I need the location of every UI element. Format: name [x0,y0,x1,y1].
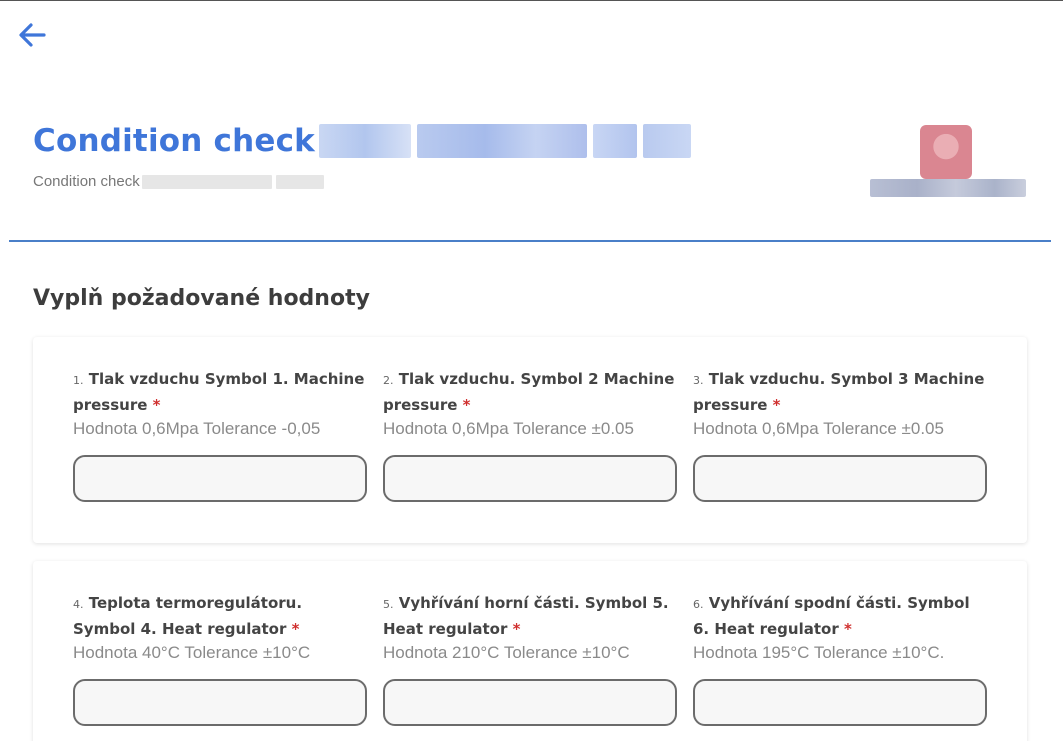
required-marker: * [291,620,300,638]
form-field-6: 6. Vyhřívání spodní části. Symbol 6. Hea… [693,591,987,726]
back-button[interactable] [14,19,50,51]
page-title-row: Condition check [33,123,691,159]
field-hint: Hodnota 0,6Mpa Tolerance ±0.05 [383,419,634,438]
field-hint: Hodnota 195°C Tolerance ±10°C. [693,643,945,662]
field-input-6[interactable] [693,679,987,726]
field-input-3[interactable] [693,455,987,502]
page-header: Condition check Condition check [0,1,1063,241]
required-marker: * [462,396,471,414]
field-hint: Hodnota 0,6Mpa Tolerance ±0.05 [693,419,944,438]
field-label: 6. Vyhřívání spodní části. Symbol 6. Hea… [693,594,970,638]
page-subtitle: Condition check [33,173,140,190]
form-field-1: 1. Tlak vzduchu Symbol 1. Machine pressu… [73,367,367,502]
field-input-1[interactable] [73,455,367,502]
field-label: 1. Tlak vzduchu Symbol 1. Machine pressu… [73,370,365,414]
field-label: 4. Teplota termoregulátoru. Symbol 4. He… [73,594,303,638]
logo-text [870,179,1026,197]
field-hint: Hodnota 210°C Tolerance ±10°C [383,643,630,662]
required-marker: * [152,396,161,414]
section-title: Vyplň požadované hodnoty [33,286,370,311]
logo-mark [920,125,972,179]
required-marker: * [512,620,521,638]
arrow-left-icon [19,23,46,47]
required-marker: * [843,620,852,638]
form-field-5: 5. Vyhřívání horní části. Symbol 5. Heat… [383,591,677,726]
form-field-2: 2. Tlak vzduchu. Symbol 2 Machine pressu… [383,367,677,502]
form-field-3: 3. Tlak vzduchu. Symbol 3 Machine pressu… [693,367,987,502]
field-input-4[interactable] [73,679,367,726]
field-input-2[interactable] [383,455,677,502]
redacted-title-text [319,123,691,159]
field-label: 3. Tlak vzduchu. Symbol 3 Machine pressu… [693,370,985,414]
company-logo [862,123,1027,199]
field-input-5[interactable] [383,679,677,726]
field-label: 2. Tlak vzduchu. Symbol 2 Machine pressu… [383,370,675,414]
page-subtitle-row: Condition check [33,173,324,190]
form-card: 4. Teplota termoregulátoru. Symbol 4. He… [33,561,1027,741]
form-card: 1. Tlak vzduchu Symbol 1. Machine pressu… [33,337,1027,543]
form-field-4: 4. Teplota termoregulátoru. Symbol 4. He… [73,591,367,726]
redacted-subtitle-text [141,174,324,189]
field-label: 5. Vyhřívání horní části. Symbol 5. Heat… [383,594,669,638]
field-hint: Hodnota 40°C Tolerance ±10°C [73,643,311,662]
page-title: Condition check [33,123,315,159]
field-hint: Hodnota 0,6Mpa Tolerance -0,05 [73,419,321,438]
required-marker: * [772,396,781,414]
header-divider [9,240,1051,242]
